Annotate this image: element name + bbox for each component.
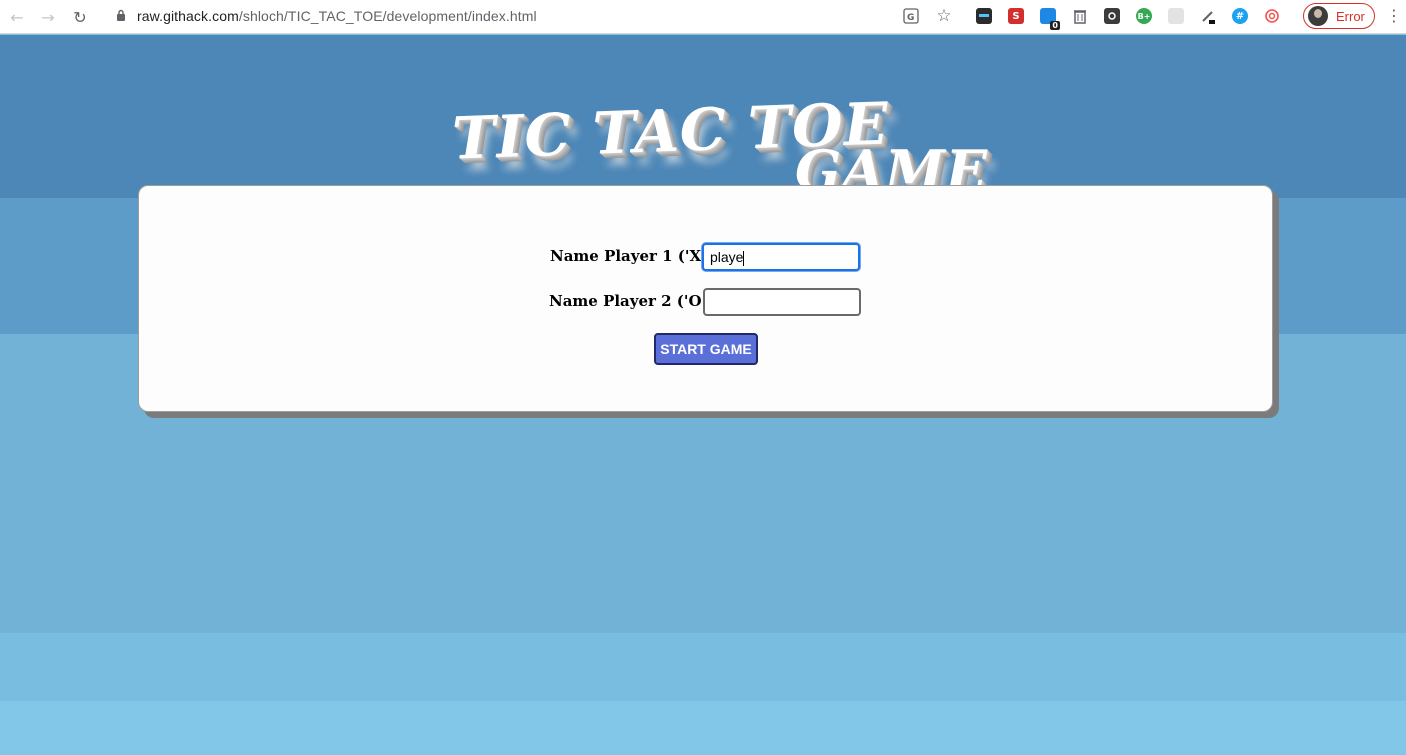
address-bar[interactable]: raw.githack.com/shloch/TIC_TAC_TOE/devel… (137, 8, 537, 24)
back-arrow-icon[interactable]: ← (6, 6, 28, 28)
browser-toolbar: ← → ↻ raw.githack.com/shloch/TIC_TAC_TOE… (0, 0, 1406, 34)
text-caret (743, 250, 745, 266)
hashtag-icon[interactable]: # (1232, 8, 1248, 24)
kebab-menu-icon[interactable]: ⋮ (1386, 8, 1402, 26)
player1-name-input[interactable]: playe (702, 243, 860, 271)
forward-arrow-icon[interactable]: → (37, 6, 59, 28)
player2-name-input[interactable] (703, 288, 861, 316)
avatar (1308, 6, 1328, 26)
player-form-card: Name Player 1 ('X'): playe Name Player 2… (138, 185, 1273, 412)
eyedropper-icon[interactable] (1200, 8, 1216, 24)
bookmark-star-icon[interactable]: ☆ (936, 6, 952, 26)
url-path: /shloch/TIC_TAC_TOE/development/index.ht… (238, 8, 537, 24)
spiral-icon[interactable] (1264, 8, 1280, 24)
player1-label: Name Player 1 ('X'): (550, 247, 719, 265)
lock-icon[interactable] (116, 9, 126, 22)
player1-row: Name Player 1 ('X'): playe (139, 243, 1274, 273)
bot-extension-icon[interactable]: 0 (1040, 8, 1060, 30)
background-band-4 (0, 633, 1406, 701)
grey-square-icon[interactable] (1168, 8, 1184, 24)
background-band-5 (0, 701, 1406, 755)
player2-label: Name Player 2 ('O'): (549, 292, 719, 310)
profile-error-button[interactable]: Error (1303, 3, 1375, 29)
profile-error-label: Error (1336, 9, 1365, 24)
url-host: raw.githack.com (137, 8, 239, 24)
s-extension-icon[interactable]: S (1008, 8, 1024, 24)
trash-icon[interactable] (1072, 8, 1088, 24)
reload-icon[interactable]: ↻ (69, 6, 91, 28)
dark-ext-icon[interactable] (1104, 8, 1120, 24)
ninja-icon[interactable] (976, 8, 992, 24)
player2-row: Name Player 2 ('O'): (139, 288, 1274, 318)
page-background: TIC TAC TOE GAME Name Player 1 ('X'): pl… (0, 35, 1406, 755)
svg-text:G: G (907, 13, 914, 23)
start-game-button[interactable]: START GAME (654, 333, 758, 365)
translate-icon[interactable]: G (903, 8, 919, 24)
b-plus-icon[interactable]: B+ (1136, 8, 1152, 24)
player1-input-value: playe (710, 249, 744, 265)
